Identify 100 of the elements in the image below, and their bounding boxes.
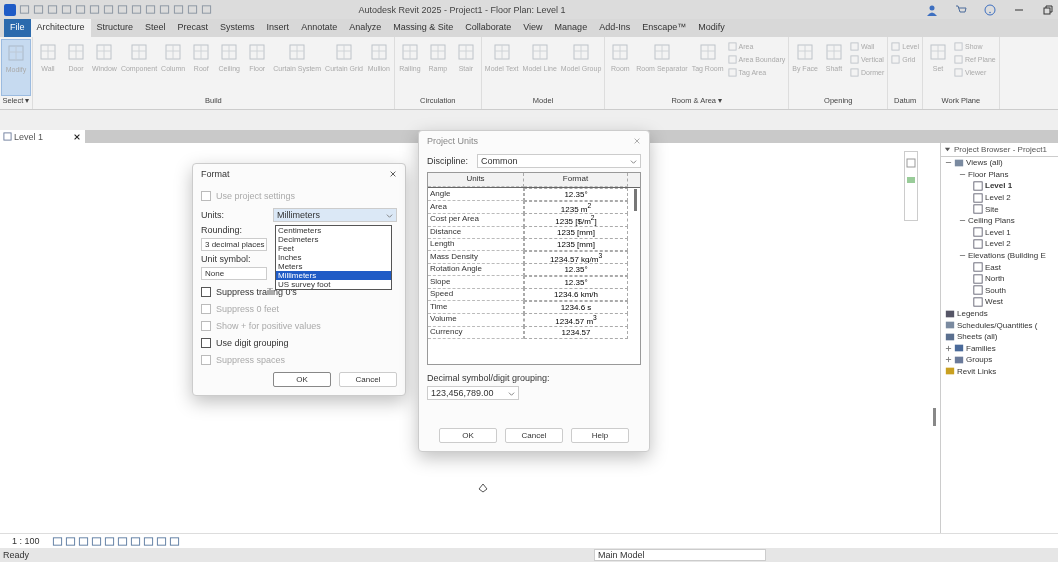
ribbon-tab[interactable]: Structure <box>90 19 140 37</box>
document-tab[interactable]: Level 1 <box>0 130 85 143</box>
checkbox[interactable] <box>201 338 211 348</box>
toolbar-icon[interactable] <box>131 4 142 15</box>
format-button[interactable]: 1235 m$^{2}$ <box>524 200 628 215</box>
expand-toggle[interactable] <box>945 356 952 364</box>
format-button[interactable]: 1234.6 km/h <box>524 288 628 301</box>
ribbon-tab[interactable]: View <box>517 19 549 37</box>
dropdown-option[interactable]: Decimeters <box>276 235 391 244</box>
scrollbar-thumb[interactable] <box>634 189 637 211</box>
ribbon-tab[interactable]: Add-Ins <box>593 19 637 37</box>
toolbar-icon[interactable] <box>89 4 100 15</box>
ribbon-tab[interactable]: File <box>4 19 31 37</box>
discipline-dropdown[interactable]: Common <box>477 154 641 168</box>
dialog-button[interactable]: OK <box>273 372 331 387</box>
dialog-button[interactable]: Cancel <box>505 428 563 443</box>
view-control-icon[interactable] <box>103 535 115 547</box>
chevron-icon[interactable] <box>508 389 515 397</box>
view-control-icon[interactable] <box>90 535 102 547</box>
toolbar-icon[interactable] <box>19 4 30 15</box>
view-control-icon[interactable] <box>77 535 89 547</box>
view-control-icon[interactable] <box>64 535 76 547</box>
ribbon-tab[interactable]: Analyze <box>343 19 388 37</box>
toolbar-icon[interactable] <box>159 4 170 15</box>
view-control-icon[interactable] <box>168 535 180 547</box>
toolbar-icon[interactable] <box>187 4 198 15</box>
dropdown-option[interactable]: Feet <box>276 244 391 253</box>
view-control-icon[interactable] <box>129 535 141 547</box>
tree-item[interactable]: Level 2 <box>985 193 1011 203</box>
dialog-button[interactable]: Help <box>571 428 629 443</box>
toolbar-icon[interactable] <box>201 4 212 15</box>
dialog-button[interactable]: Cancel <box>339 372 397 387</box>
toolbar-icon[interactable] <box>103 4 114 15</box>
tree-item[interactable]: Legends <box>957 309 988 318</box>
chevron-icon[interactable] <box>386 211 393 219</box>
ribbon-tab[interactable]: Modify <box>692 19 731 37</box>
tree-item[interactable]: Floor Plans <box>968 169 1009 179</box>
tree-item[interactable]: Groups <box>966 355 993 365</box>
dropdown-option[interactable]: Millimeters <box>276 271 391 280</box>
tree-item[interactable]: Level 2 <box>985 239 1011 249</box>
tree-item[interactable]: East <box>985 262 1001 272</box>
dropdown-option[interactable]: Centimeters <box>276 226 391 235</box>
tree-item[interactable]: Level 1 <box>985 181 1013 191</box>
ribbon-tab[interactable]: Collaborate <box>459 19 518 37</box>
tree-item[interactable]: Revit Links <box>957 367 997 376</box>
ribbon-tab[interactable]: Architecture <box>30 19 91 37</box>
scrollbar-thumb[interactable] <box>933 408 936 426</box>
ribbon-tab[interactable]: Precast <box>171 19 215 37</box>
caret-icon[interactable] <box>944 146 951 153</box>
ribbon-tab[interactable]: Massing & Site <box>387 19 460 37</box>
toolbar-icon[interactable] <box>117 4 128 15</box>
ribbon-tab[interactable]: Enscape™ <box>636 19 693 37</box>
ribbon-tab[interactable]: Steel <box>139 19 172 37</box>
user-icon[interactable] <box>926 3 938 16</box>
close-icon[interactable] <box>73 132 81 141</box>
toolbar-icon[interactable] <box>173 4 184 15</box>
checkbox[interactable] <box>201 287 211 297</box>
units-dropdown[interactable]: Millimeters <box>273 208 397 222</box>
tree-item[interactable]: West <box>985 297 1004 307</box>
view-control-icon[interactable] <box>142 535 154 547</box>
tree-item[interactable]: North <box>985 274 1005 284</box>
cart-icon[interactable] <box>955 3 967 16</box>
tree-item[interactable]: Site <box>985 204 999 214</box>
tree-item[interactable]: South <box>985 285 1006 295</box>
dropdown-option[interactable]: US survey foot <box>276 280 391 289</box>
close-icon[interactable] <box>389 170 397 178</box>
chevron-icon[interactable] <box>630 157 637 165</box>
dropdown-option[interactable]: Meters <box>276 262 391 271</box>
tree-item[interactable]: Families <box>966 343 996 353</box>
scale-label[interactable]: 1 : 100 <box>12 536 40 546</box>
ribbon-tab[interactable]: Manage <box>548 19 594 37</box>
toolbar-icon[interactable] <box>33 4 44 15</box>
rounding-field[interactable]: 3 decimal places <box>201 238 267 251</box>
app-logo-icon[interactable] <box>4 3 16 16</box>
tree-item[interactable]: Elevations (Building E <box>968 251 1046 261</box>
view-control-icon[interactable] <box>155 535 167 547</box>
tree-item[interactable]: Schedules/Quantities ( <box>957 320 1038 330</box>
ribbon-tab[interactable]: Insert <box>260 19 296 37</box>
ribbon-tab[interactable]: Annotate <box>295 19 344 37</box>
format-button[interactable]: 1235 [$/m$^{2}$] <box>524 213 628 227</box>
ribbon-tab[interactable]: Systems <box>214 19 261 37</box>
navigation-bar[interactable] <box>904 151 918 221</box>
expand-toggle[interactable] <box>945 344 952 352</box>
format-button[interactable]: 1234.6 s <box>524 300 628 314</box>
dropdown-option[interactable]: Inches <box>276 253 391 262</box>
toolbar-icon[interactable] <box>145 4 156 15</box>
tree-item[interactable]: Level 1 <box>985 227 1011 237</box>
toolbar-icon[interactable] <box>61 4 72 15</box>
unit-symbol-field[interactable]: None <box>201 267 267 280</box>
format-button[interactable]: 1234.57 m$^{3}$ <box>524 313 628 327</box>
format-button[interactable]: 12.35° <box>524 188 628 201</box>
format-button[interactable]: 1235 [mm] <box>524 238 628 251</box>
workset-field[interactable]: Main Model <box>594 549 766 561</box>
format-button[interactable]: 12.35° <box>524 263 628 276</box>
restore-icon[interactable] <box>1042 3 1054 16</box>
toolbar-icon[interactable] <box>75 4 86 15</box>
help-icon[interactable] <box>984 3 996 16</box>
dialog-button[interactable]: OK <box>439 428 497 443</box>
decimal-dropdown[interactable]: 123,456,789.00 <box>427 386 519 400</box>
toolbar-icon[interactable] <box>47 4 58 15</box>
